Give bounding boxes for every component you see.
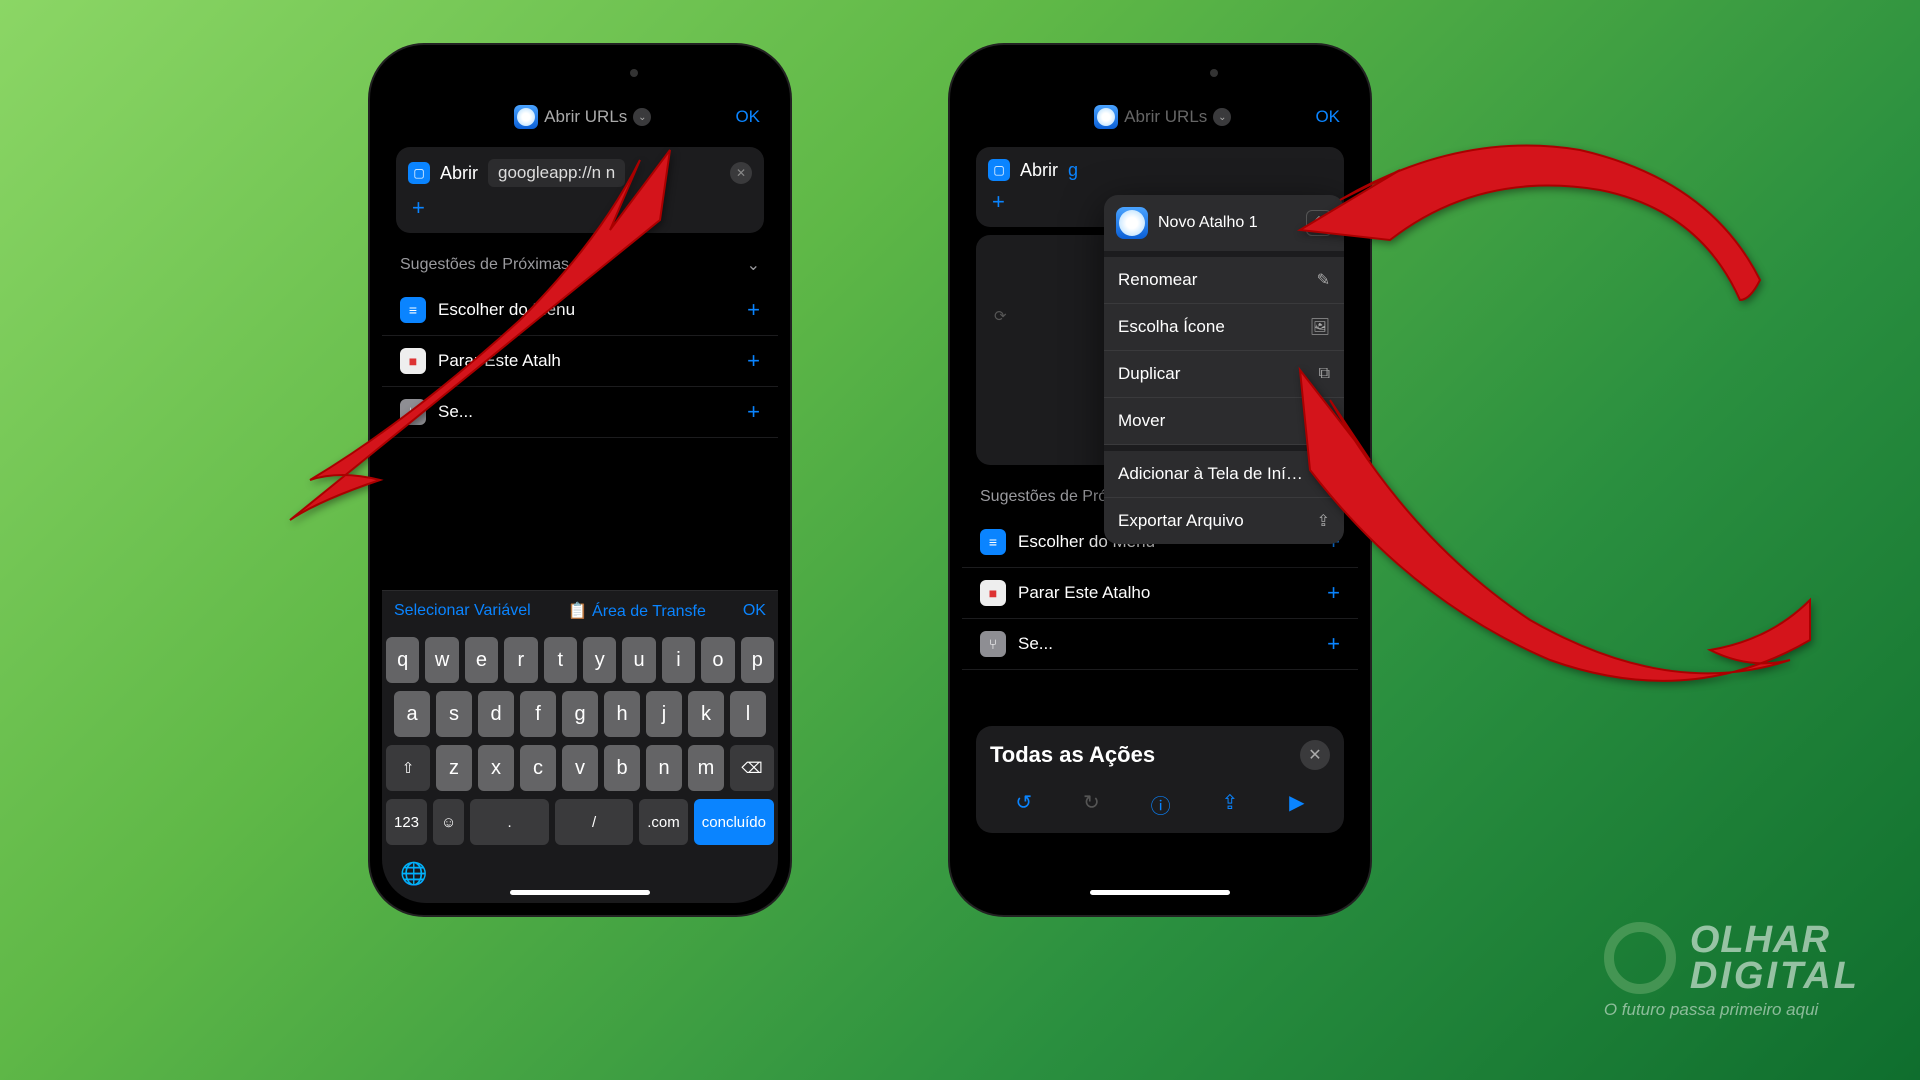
- slash-key[interactable]: /: [555, 799, 633, 845]
- key-a[interactable]: a: [394, 691, 430, 737]
- key-d[interactable]: d: [478, 691, 514, 737]
- panel-title: Todas as Ações: [990, 742, 1155, 768]
- dot-key[interactable]: .: [470, 799, 548, 845]
- key-z[interactable]: z: [436, 745, 472, 791]
- clear-icon[interactable]: ✕: [730, 162, 752, 184]
- stop-icon: ■: [980, 580, 1006, 606]
- dotcom-key[interactable]: .com: [639, 799, 688, 845]
- key-q[interactable]: q: [386, 637, 419, 683]
- shortcut-name: Novo Atalho 1: [1158, 214, 1258, 232]
- brand-line2: DIGITAL: [1690, 958, 1860, 994]
- undo-icon[interactable]: ↺: [1015, 790, 1032, 819]
- chevron-down-icon: ⌄: [747, 255, 760, 275]
- key-u[interactable]: u: [622, 637, 655, 683]
- keyboard-toolbar: Selecionar Variável 📋 Área de Transfe OK: [382, 590, 778, 631]
- safari-icon: [1094, 105, 1118, 129]
- shift-key[interactable]: ⇧: [386, 745, 430, 791]
- safari-icon: [1116, 207, 1148, 239]
- arrow-annotation-left: [260, 120, 720, 585]
- keyboard[interactable]: qwertyuiop asdfghjkl ⇧ zxcvbnm ⌫ 123 ☺ .…: [382, 631, 778, 903]
- menu-icon: ≡: [980, 529, 1006, 555]
- brand-line1: OLHAR: [1690, 922, 1860, 958]
- key-o[interactable]: o: [701, 637, 734, 683]
- numbers-key[interactable]: 123: [386, 799, 427, 845]
- key-i[interactable]: i: [662, 637, 695, 683]
- backspace-key[interactable]: ⌫: [730, 745, 774, 791]
- key-b[interactable]: b: [604, 745, 640, 791]
- branch-icon: ⑂: [980, 631, 1006, 657]
- key-j[interactable]: j: [646, 691, 682, 737]
- key-k[interactable]: k: [688, 691, 724, 737]
- bottom-toolbar: ↺ ↻ ⓘ ⇪ ▶: [990, 790, 1330, 819]
- key-w[interactable]: w: [425, 637, 458, 683]
- key-y[interactable]: y: [583, 637, 616, 683]
- title-text: Abrir URLs: [1124, 107, 1207, 127]
- key-x[interactable]: x: [478, 745, 514, 791]
- key-t[interactable]: t: [544, 637, 577, 683]
- key-n[interactable]: n: [646, 745, 682, 791]
- arrow-annotation-top-right: [1260, 100, 1780, 365]
- ok-button[interactable]: OK: [735, 107, 760, 127]
- add-icon[interactable]: +: [747, 297, 760, 323]
- brand-tagline: O futuro passa primeiro aqui: [1604, 1000, 1860, 1020]
- done-key[interactable]: concluído: [694, 799, 774, 845]
- emoji-key[interactable]: ☺: [433, 799, 464, 845]
- add-icon[interactable]: +: [747, 348, 760, 374]
- notch: [490, 57, 670, 89]
- key-m[interactable]: m: [688, 745, 724, 791]
- select-variable-button[interactable]: Selecionar Variável: [394, 602, 531, 620]
- key-e[interactable]: e: [465, 637, 498, 683]
- globe-key[interactable]: 🌐: [386, 853, 774, 895]
- key-s[interactable]: s: [436, 691, 472, 737]
- key-p[interactable]: p: [741, 637, 774, 683]
- key-h[interactable]: h: [604, 691, 640, 737]
- key-v[interactable]: v: [562, 745, 598, 791]
- watermark: OLHAR DIGITAL O futuro passa primeiro aq…: [1604, 922, 1860, 1020]
- arrow-annotation-bottom-right: [1270, 340, 1830, 745]
- logo-circle-icon: [1604, 922, 1676, 994]
- notch: [1070, 57, 1250, 89]
- shortcut-title: Abrir URLs ⌄: [1094, 105, 1231, 129]
- redo-icon: ↻: [1083, 790, 1100, 819]
- key-f[interactable]: f: [520, 691, 556, 737]
- add-icon[interactable]: +: [747, 399, 760, 425]
- clipboard-button[interactable]: 📋 Área de Transfe: [568, 601, 706, 621]
- home-indicator[interactable]: [1090, 890, 1230, 895]
- key-l[interactable]: l: [730, 691, 766, 737]
- kb-ok-button[interactable]: OK: [743, 602, 766, 620]
- share-icon[interactable]: ⇪: [1222, 790, 1239, 819]
- chevron-down-icon: ⌄: [1213, 108, 1231, 126]
- key-c[interactable]: c: [520, 745, 556, 791]
- play-icon[interactable]: ▶: [1289, 790, 1304, 819]
- action-verb: Abrir: [1020, 160, 1058, 181]
- home-indicator[interactable]: [510, 890, 650, 895]
- key-r[interactable]: r: [504, 637, 537, 683]
- action-app-icon: ▢: [988, 159, 1010, 181]
- info-icon[interactable]: ⓘ: [1151, 790, 1171, 819]
- key-g[interactable]: g: [562, 691, 598, 737]
- url-input[interactable]: g: [1068, 160, 1078, 181]
